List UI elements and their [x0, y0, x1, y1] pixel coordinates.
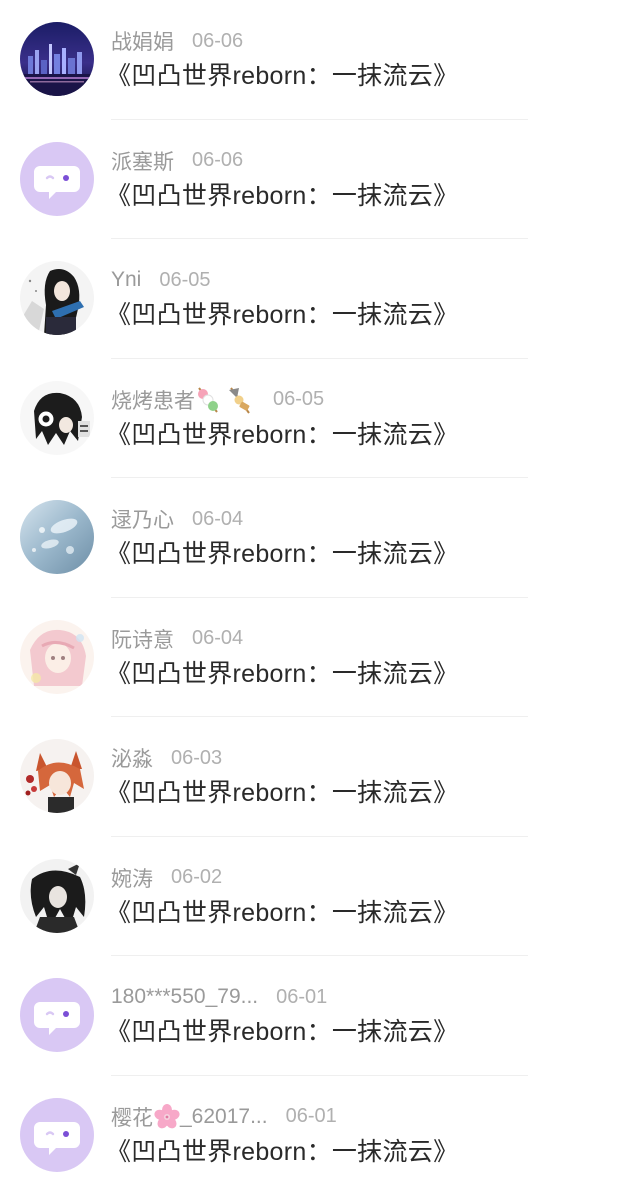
username[interactable]: 烧烤患者	[111, 385, 195, 415]
work-title[interactable]: 《凹凸世界reborn：一抹流云》	[106, 295, 458, 331]
work-title[interactable]: 《凹凸世界reborn：一抹流云》	[106, 1012, 458, 1048]
avatar[interactable]	[20, 381, 94, 455]
default-chat-avatar-icon	[20, 142, 94, 216]
work-title[interactable]: 《凹凸世界reborn：一抹流云》	[106, 1132, 458, 1168]
work-title[interactable]: 《凹凸世界reborn：一抹流云》	[106, 654, 458, 690]
list-item[interactable]: 战娟娟 06-06 《凹凸世界reborn：一抹流云》	[0, 0, 640, 120]
username[interactable]: 泌淼	[111, 743, 153, 773]
work-title[interactable]: 《凹凸世界reborn：一抹流云》	[106, 176, 458, 212]
oden-emoji-icon	[225, 386, 255, 414]
list-item[interactable]: 樱花 _62017... 06-01 《凹凸世界reborn：一抹流云》	[0, 1076, 640, 1195]
comment-date: 06-03	[171, 747, 222, 770]
username[interactable]: 战娟娟	[111, 26, 174, 56]
comment-meta: 180***550_79... 06-01	[111, 982, 327, 1012]
comment-meta: 烧烤患者 06-05	[111, 385, 324, 415]
avatar[interactable]	[20, 22, 94, 96]
list-item[interactable]: 180***550_79... 06-01 《凹凸世界reborn：一抹流云》	[0, 956, 640, 1076]
list-item[interactable]: 派塞斯 06-06 《凹凸世界reborn：一抹流云》	[0, 120, 640, 240]
comment-meta: 阮诗意 06-04	[111, 624, 243, 654]
username-suffix[interactable]: _62017...	[180, 1105, 268, 1129]
username[interactable]: 180***550_79...	[111, 985, 258, 1009]
anime-girl-avatar-image	[20, 261, 94, 335]
comment-date: 06-04	[192, 508, 243, 531]
comment-date: 06-05	[273, 388, 324, 411]
pastel-anime-avatar-image	[20, 620, 94, 694]
dark-anime-avatar-image	[20, 859, 94, 933]
username[interactable]: 逯乃心	[111, 504, 174, 534]
username[interactable]: 樱花	[111, 1102, 153, 1132]
comment-date: 06-06	[192, 149, 243, 172]
comment-date: 06-02	[171, 866, 222, 889]
avatar[interactable]	[20, 620, 94, 694]
dango-emoji-icon	[195, 386, 221, 414]
list-item[interactable]: 烧烤患者 06-05 《凹凸世界reborn：一抹流云》	[0, 359, 640, 479]
comment-date: 06-04	[192, 627, 243, 650]
avatar[interactable]	[20, 500, 94, 574]
list-item[interactable]: 阮诗意 06-04 《凹凸世界reborn：一抹流云》	[0, 598, 640, 718]
work-title[interactable]: 《凹凸世界reborn：一抹流云》	[106, 773, 458, 809]
username[interactable]: 阮诗意	[111, 624, 174, 654]
avatar[interactable]	[20, 1098, 94, 1172]
list-item[interactable]: Yni 06-05 《凹凸世界reborn：一抹流云》	[0, 239, 640, 359]
list-item[interactable]: 婉涛 06-02 《凹凸世界reborn：一抹流云》	[0, 837, 640, 957]
avatar[interactable]	[20, 142, 94, 216]
comment-meta: 婉涛 06-02	[111, 863, 222, 893]
work-title[interactable]: 《凹凸世界reborn：一抹流云》	[106, 534, 458, 570]
username[interactable]: 派塞斯	[111, 146, 174, 176]
comment-meta: 派塞斯 06-06	[111, 146, 243, 176]
default-chat-avatar-icon	[20, 978, 94, 1052]
avatar[interactable]	[20, 978, 94, 1052]
work-title[interactable]: 《凹凸世界reborn：一抹流云》	[106, 56, 458, 92]
username[interactable]: Yni	[111, 268, 141, 292]
comment-meta: 樱花 _62017... 06-01	[111, 1102, 337, 1132]
city-skyline-avatar-image	[20, 22, 94, 96]
avatar[interactable]	[20, 739, 94, 813]
list-item[interactable]: 逯乃心 06-04 《凹凸世界reborn：一抹流云》	[0, 478, 640, 598]
anime-boy-avatar-image	[20, 381, 94, 455]
list-item[interactable]: 泌淼 06-03 《凹凸世界reborn：一抹流云》	[0, 717, 640, 837]
comment-date: 06-06	[192, 30, 243, 53]
comment-meta: 战娟娟 06-06	[111, 26, 243, 56]
avatar[interactable]	[20, 261, 94, 335]
comment-date: 06-05	[159, 269, 210, 292]
default-chat-avatar-icon	[20, 1098, 94, 1172]
avatar[interactable]	[20, 859, 94, 933]
comment-meta: 逯乃心 06-04	[111, 504, 243, 534]
comment-meta: 泌淼 06-03	[111, 743, 222, 773]
comment-date: 06-01	[276, 986, 327, 1009]
cherry-blossom-emoji-icon	[154, 1104, 180, 1130]
work-title[interactable]: 《凹凸世界reborn：一抹流云》	[106, 893, 458, 929]
comment-date: 06-01	[286, 1105, 337, 1128]
foxgirl-avatar-image	[20, 739, 94, 813]
comment-meta: Yni 06-05	[111, 265, 211, 295]
work-title[interactable]: 《凹凸世界reborn：一抹流云》	[106, 415, 458, 451]
username[interactable]: 婉涛	[111, 863, 153, 893]
comment-list: 战娟娟 06-06 《凹凸世界reborn：一抹流云》 派塞斯 06-06 《凹…	[0, 0, 640, 1195]
water-drops-avatar-image	[20, 500, 94, 574]
